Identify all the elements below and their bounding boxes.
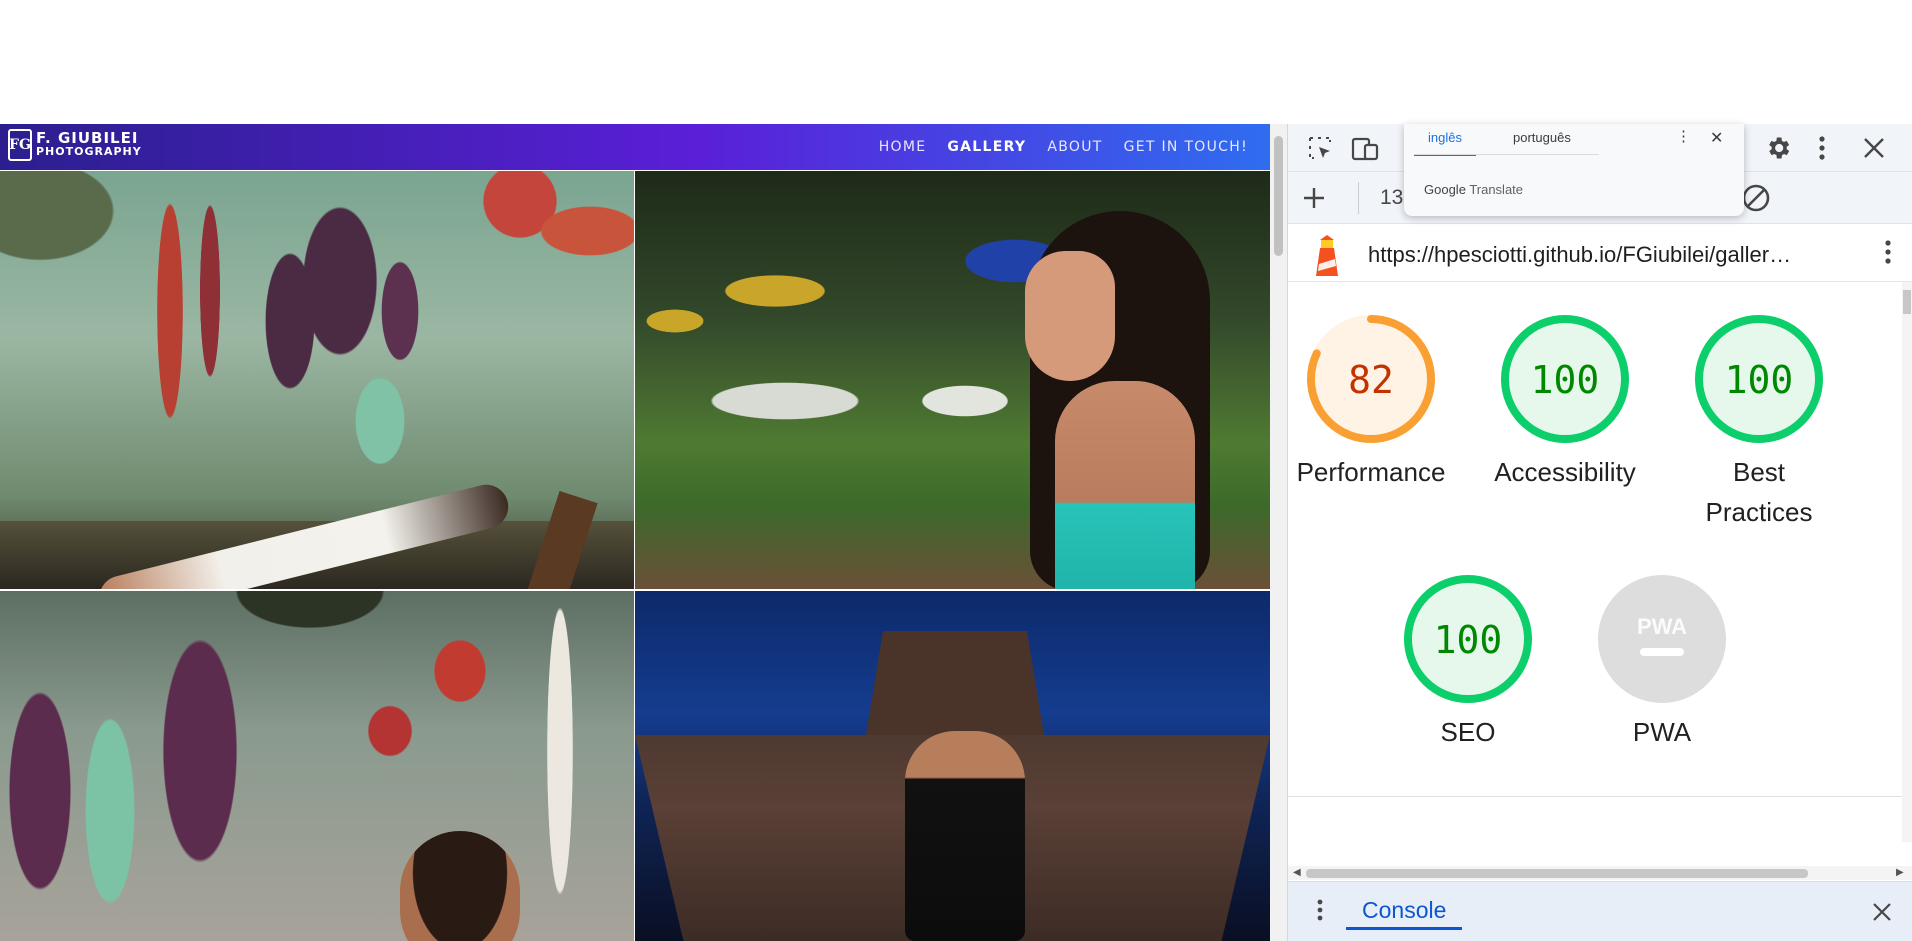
curly-hair-head [400, 831, 520, 941]
lighthouse-icon [1316, 235, 1338, 276]
logo-subtitle: PHOTOGRAPHY [36, 145, 142, 158]
gallery-photo-woman-garden[interactable] [635, 171, 1270, 589]
scroll-right-arrow-icon[interactable]: ▶ [1896, 867, 1904, 878]
page-scrollbar-thumb[interactable] [1274, 136, 1283, 256]
inspect-element-icon[interactable] [1304, 132, 1336, 164]
close-drawer-icon[interactable] [1866, 896, 1898, 928]
score-label: Best Practices [1705, 457, 1813, 527]
report-selector[interactable]: 13 [1380, 186, 1403, 210]
gear-icon[interactable] [1762, 132, 1794, 164]
devtools-drawer: Console [1288, 881, 1912, 941]
logo-name: F. GIUBILEI [36, 129, 139, 147]
scroll-left-arrow-icon[interactable]: ◀ [1293, 867, 1301, 878]
block-icon[interactable] [1740, 182, 1772, 214]
tab-underline [1414, 154, 1599, 155]
nav-home[interactable]: HOME [879, 139, 927, 155]
nav-links: HOME GALLERY ABOUT GET IN TOUCH! [858, 124, 1248, 170]
toolbar-divider [1358, 182, 1359, 214]
svg-text:82: 82 [1348, 358, 1394, 402]
gallery-photo-man-lounge-chair[interactable] [0, 171, 634, 589]
page-scrollbar[interactable] [1270, 124, 1287, 941]
website-viewport: FG F. GIUBILEI PHOTOGRAPHY HOME GALLERY … [0, 124, 1270, 941]
plus-icon[interactable] [1298, 182, 1330, 214]
svg-text:100: 100 [1531, 358, 1600, 402]
google-translate-popup: inglês português ⋮ ✕ Google Translate [1404, 124, 1744, 216]
more-vert-icon[interactable] [1806, 132, 1838, 164]
device-toolbar-icon[interactable] [1350, 132, 1382, 164]
svg-text:PWA: PWA [1637, 614, 1687, 639]
excavator-arm [865, 631, 1045, 741]
more-vert-icon[interactable] [1872, 236, 1904, 268]
score-gauge-best-practices[interactable]: 100 Best Practices [1684, 312, 1834, 532]
translate-close-icon[interactable]: ✕ [1710, 128, 1723, 148]
svg-text:100: 100 [1434, 618, 1503, 662]
gallery-photo-excavator-bucket[interactable] [635, 591, 1270, 941]
translate-tab-portuguese[interactable]: português [1499, 130, 1585, 154]
score-label: SEO [1440, 717, 1496, 747]
score-gauge-performance[interactable]: 82 Performance [1296, 312, 1446, 492]
report-vertical-scrollbar[interactable] [1902, 282, 1912, 842]
google-logo-text: Google [1424, 182, 1466, 197]
face [1025, 251, 1115, 381]
report-horizontal-thumb[interactable] [1306, 869, 1808, 878]
console-tab[interactable]: Console [1346, 894, 1463, 930]
nav-about[interactable]: ABOUT [1047, 139, 1102, 155]
translate-options-icon[interactable]: ⋮ [1676, 129, 1691, 144]
report-horizontal-scrollbar[interactable]: ◀ ▶ [1288, 866, 1912, 880]
gallery-photo-graffiti-portrait[interactable] [0, 591, 634, 941]
report-vertical-thumb[interactable] [1903, 290, 1911, 314]
translate-label: Translate [1469, 182, 1524, 197]
score-gauge-seo[interactable]: 100 SEO [1393, 572, 1543, 752]
close-devtools-icon[interactable] [1858, 132, 1890, 164]
score-gauge-pwa[interactable]: PWA PWA [1587, 572, 1737, 752]
report-divider [1288, 796, 1903, 797]
svg-text:100: 100 [1725, 358, 1794, 402]
site-logo[interactable]: FG F. GIUBILEI PHOTOGRAPHY [8, 129, 142, 161]
report-url[interactable]: https://hpesciotti.github.io/FGiubilei/g… [1368, 242, 1791, 268]
shoulder [1055, 381, 1195, 589]
devtools-panel: 13 https://hpesciotti.github.io/FGiubile… [1287, 124, 1912, 941]
score-label: Performance [1296, 457, 1446, 487]
nav-get-in-touch[interactable]: GET IN TOUCH! [1124, 139, 1248, 155]
more-vert-icon[interactable] [1304, 894, 1336, 926]
logo-mark: FG [8, 129, 32, 161]
report-url-bar: https://hpesciotti.github.io/FGiubilei/g… [1288, 224, 1912, 282]
site-navbar: FG F. GIUBILEI PHOTOGRAPHY HOME GALLERY … [0, 124, 1270, 170]
graffiti-wall [0, 171, 634, 471]
seated-man [905, 731, 1025, 941]
translate-tab-english[interactable]: inglês [1414, 130, 1476, 156]
score-gauge-accessibility[interactable]: 100 Accessibility [1490, 312, 1640, 492]
google-translate-brand: Google Translate [1424, 182, 1523, 197]
lighthouse-report: 82 Performance 100 Accessibility 100 Best Prac… [1288, 282, 1912, 822]
graffiti-wall [0, 591, 634, 941]
nav-gallery[interactable]: GALLERY [947, 139, 1026, 155]
score-label: PWA [1632, 717, 1692, 747]
score-label: Accessibility [1494, 457, 1636, 487]
